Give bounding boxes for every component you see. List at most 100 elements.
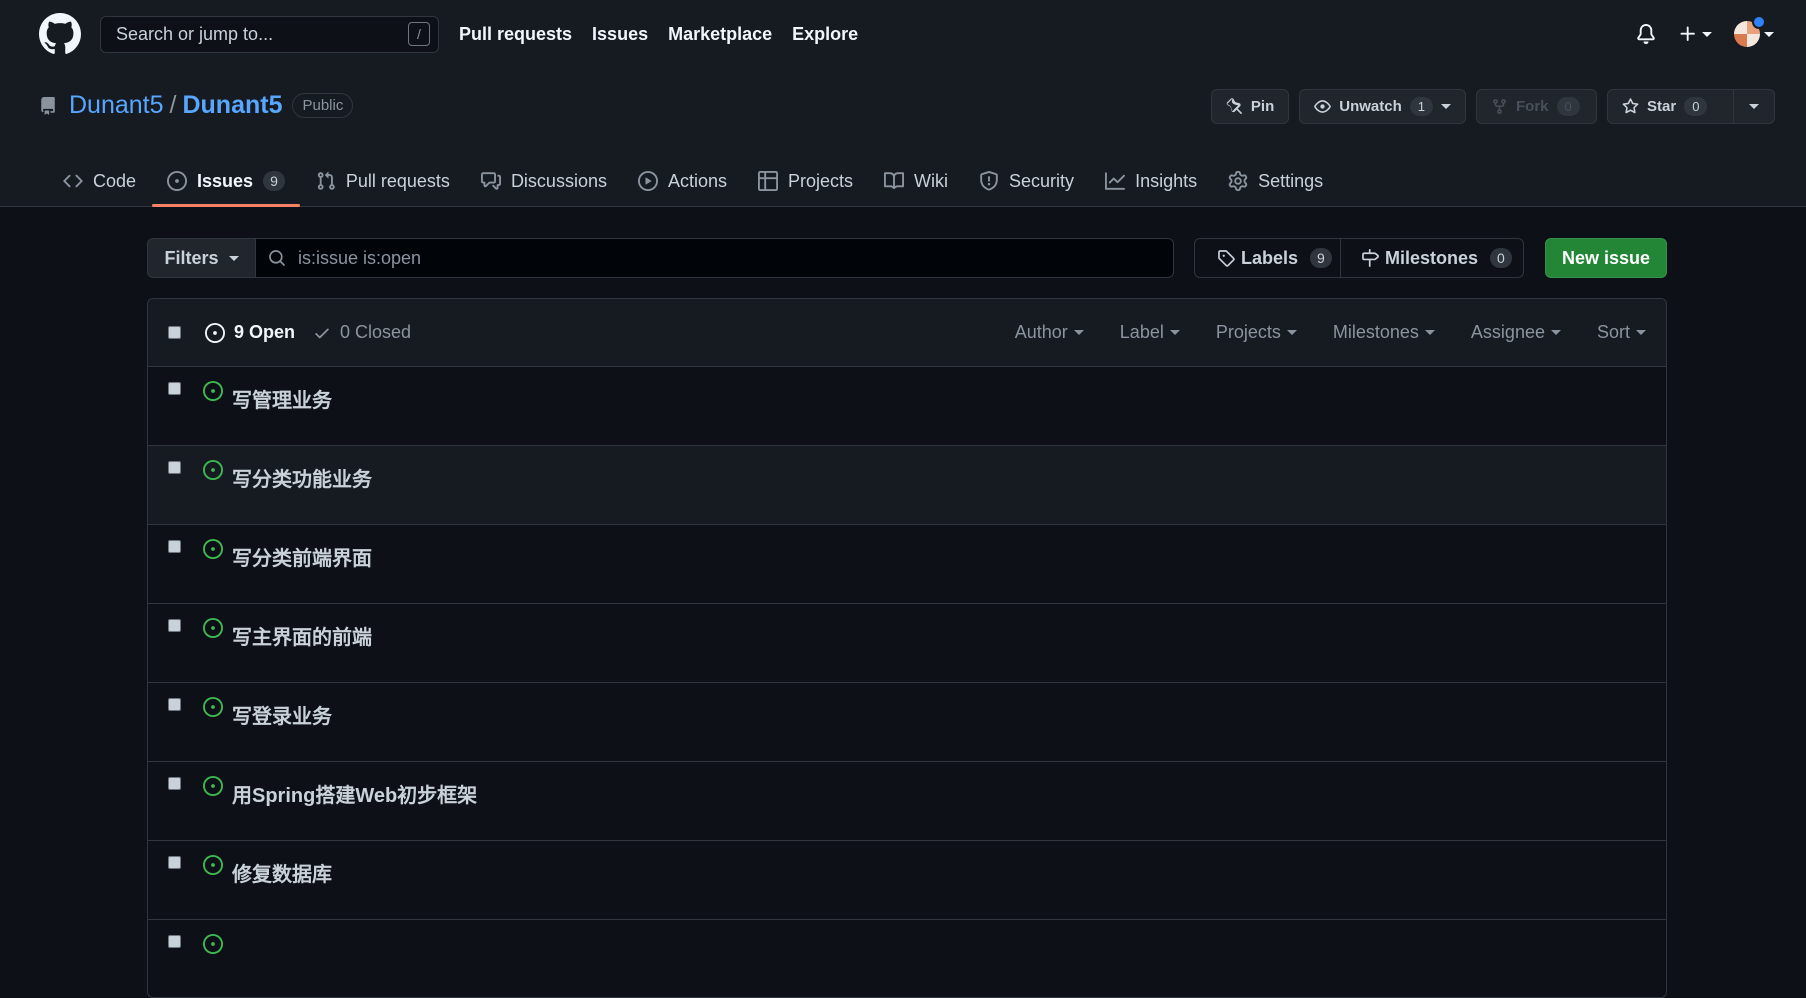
notification-dot (1752, 15, 1766, 29)
issue-row: 写管理业务 (148, 367, 1666, 446)
repo-title: Dunant5 / Dunant5 Public (39, 91, 354, 120)
issues-list-header: 9 Open 0 Closed Author Label Projects Mi… (148, 299, 1666, 367)
shield-icon (979, 171, 999, 191)
tab-discussions[interactable]: Discussions (466, 156, 622, 206)
issue-opened-icon (205, 322, 225, 343)
milestones-count: 0 (1490, 248, 1512, 268)
create-new-dropdown[interactable] (1678, 24, 1712, 44)
tab-counter: 9 (263, 171, 285, 191)
user-menu-dropdown[interactable] (1734, 15, 1774, 47)
issue-checkbox[interactable] (168, 856, 181, 869)
top-nav-explore[interactable]: Explore (792, 24, 858, 45)
projects-filter[interactable]: Projects (1216, 322, 1297, 343)
tab-label: Code (93, 170, 137, 191)
chevron-down-icon (1749, 104, 1759, 109)
issue-title-link[interactable]: 修复数据库 (232, 858, 332, 887)
issue-row: 写分类功能业务 (148, 446, 1666, 525)
unwatch-button[interactable]: Unwatch 1 (1299, 89, 1466, 124)
tab-code[interactable]: Code (48, 156, 151, 206)
assignee-filter[interactable]: Assignee (1471, 322, 1561, 343)
tab-wiki[interactable]: Wiki (869, 156, 963, 206)
filters-label: Filters (164, 247, 219, 268)
graph-icon (1105, 171, 1126, 191)
labels-label: Labels (1241, 247, 1299, 268)
tab-label: Issues (197, 170, 254, 191)
plus-icon (1678, 24, 1698, 44)
issue-title-link[interactable]: 写分类功能业务 (232, 463, 372, 492)
milestones-button[interactable]: Milestones 0 (1341, 238, 1524, 278)
top-nav-issues[interactable]: Issues (592, 24, 648, 45)
tab-pull-requests[interactable]: Pull requests (301, 156, 465, 206)
labels-button[interactable]: Labels 9 (1194, 238, 1341, 278)
issue-title-link[interactable]: 写登录业务 (232, 700, 332, 729)
visibility-badge: Public (292, 93, 354, 118)
star-list-dropdown[interactable] (1734, 89, 1775, 124)
tab-label: Security (1009, 170, 1075, 191)
chevron-down-icon (1702, 31, 1712, 37)
tab-insights[interactable]: Insights (1090, 156, 1212, 206)
chevron-down-icon (1550, 330, 1561, 335)
search-icon (268, 249, 286, 267)
issue-checkbox[interactable] (168, 461, 181, 474)
milestones-filter[interactable]: Milestones (1333, 322, 1435, 343)
header-right (1636, 15, 1774, 47)
issue-title-link[interactable]: 用Spring搭建Web初步框架 (232, 779, 477, 808)
issue-state-toggles: 9 Open 0 Closed (205, 322, 411, 343)
issue-checkbox[interactable] (168, 382, 181, 395)
pin-button[interactable]: Pin (1210, 89, 1290, 124)
repo-owner-link[interactable]: Dunant5 (69, 91, 164, 120)
issues-search-input[interactable] (298, 247, 1161, 269)
issue-checkbox[interactable] (168, 935, 181, 948)
tab-settings[interactable]: Settings (1213, 156, 1338, 206)
repo-tabs: Code Issues 9 Pull requests Discussions … (48, 156, 1339, 207)
chevron-down-icon (228, 255, 239, 261)
global-search-input[interactable]: Search or jump to... / (100, 15, 439, 53)
tab-label: Wiki (914, 170, 949, 191)
issue-opened-icon (203, 381, 223, 401)
issue-opened-icon (203, 539, 223, 559)
pin-label: Pin (1250, 98, 1275, 115)
fork-label: Fork (1516, 98, 1549, 115)
star-button[interactable]: Star 0 (1607, 89, 1734, 124)
bell-icon[interactable] (1636, 24, 1656, 44)
sort-dropdown[interactable]: Sort (1597, 322, 1646, 343)
star-button-group: Star 0 (1607, 89, 1775, 124)
issue-title-link[interactable]: 写分类前端界面 (232, 542, 372, 571)
labels-milestones-group: Labels 9 Milestones 0 (1194, 238, 1524, 278)
tab-actions[interactable]: Actions (623, 156, 742, 206)
open-issues-link[interactable]: 9 Open (205, 322, 295, 343)
closed-issues-link[interactable]: 0 Closed (313, 322, 411, 343)
select-all-checkbox[interactable] (168, 326, 181, 339)
issue-checkbox[interactable] (168, 698, 181, 711)
issue-checkbox[interactable] (168, 540, 181, 553)
repo-name-link[interactable]: Dunant5 (182, 91, 282, 120)
labels-count: 9 (1310, 248, 1332, 268)
new-issue-button[interactable]: New issue (1545, 238, 1667, 278)
issue-checkbox[interactable] (168, 619, 181, 632)
global-header: Search or jump to... / Pull requests Iss… (0, 0, 1806, 68)
comment-discussion-icon (480, 171, 501, 191)
author-filter[interactable]: Author (1015, 322, 1084, 343)
top-nav-marketplace[interactable]: Marketplace (668, 24, 772, 45)
tag-icon (1217, 249, 1235, 267)
tab-label: Actions (667, 170, 727, 191)
issue-title-link[interactable]: 写管理业务 (232, 384, 332, 413)
tab-issues[interactable]: Issues 9 (152, 156, 300, 207)
filters-dropdown[interactable]: Filters (147, 238, 256, 278)
tab-projects[interactable]: Projects (743, 156, 868, 206)
top-nav-pull-requests[interactable]: Pull requests (459, 24, 572, 45)
tab-label: Pull requests (345, 170, 450, 191)
milestones-label: Milestones (1385, 247, 1479, 268)
issue-checkbox[interactable] (168, 777, 181, 790)
label-filter[interactable]: Label (1120, 322, 1180, 343)
issue-opened-icon (203, 855, 223, 875)
tab-security[interactable]: Security (964, 156, 1089, 206)
fork-button[interactable]: Fork 0 (1476, 89, 1597, 124)
github-logo-icon[interactable] (39, 13, 81, 55)
closed-count-label: 0 Closed (340, 322, 412, 342)
issue-title-link[interactable]: 写主界面的前端 (232, 621, 372, 650)
sorter-label: Label (1119, 322, 1164, 342)
gear-icon (1228, 171, 1248, 191)
issues-filter-field (256, 238, 1174, 278)
search-placeholder: Search or jump to... (116, 23, 274, 44)
